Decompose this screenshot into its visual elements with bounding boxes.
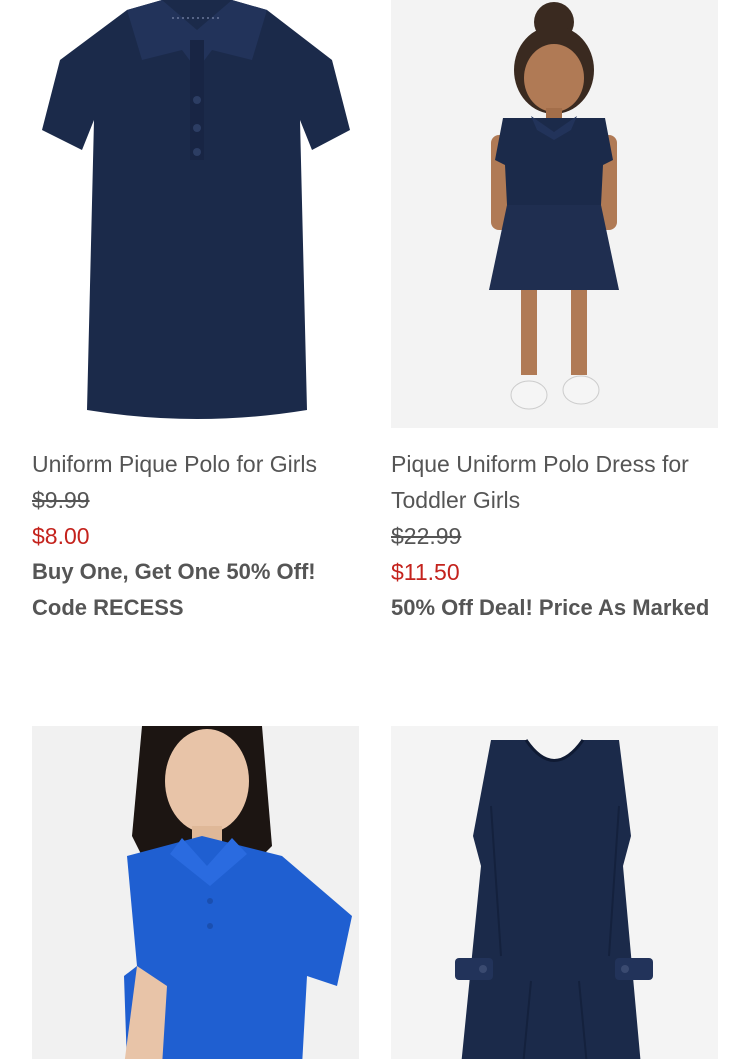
original-price: $22.99 bbox=[391, 523, 462, 549]
product-title[interactable]: Pique Uniform Polo Dress for Toddler Gir… bbox=[391, 446, 718, 518]
product-image-women-polo[interactable] bbox=[32, 726, 359, 1059]
promo-text: 50% Off Deal! Price As Marked bbox=[391, 595, 710, 620]
toddler-in-polo-dress-image bbox=[391, 0, 718, 428]
product-card-toddler-polo-dress[interactable]: Pique Uniform Polo Dress for Toddler Gir… bbox=[391, 0, 718, 626]
product-image-jumper-dress[interactable] bbox=[391, 726, 718, 1059]
navy-polo-shirt-image bbox=[32, 0, 359, 428]
product-grid: Uniform Pique Polo for Girls $9.99 $8.00… bbox=[0, 0, 750, 1059]
promo-text: Buy One, Get One 50% Off! Code RECESS bbox=[32, 559, 316, 620]
navy-jumper-dress-image bbox=[391, 726, 718, 1059]
product-card-girls-polo[interactable]: Uniform Pique Polo for Girls $9.99 $8.00… bbox=[32, 0, 359, 626]
woman-in-blue-polo-image bbox=[32, 726, 359, 1059]
product-card-women-polo[interactable] bbox=[32, 726, 359, 1059]
original-price: $9.99 bbox=[32, 487, 90, 513]
product-image-girls-polo[interactable] bbox=[32, 0, 359, 428]
product-image-toddler-polo-dress[interactable] bbox=[391, 0, 718, 428]
product-title[interactable]: Uniform Pique Polo for Girls bbox=[32, 446, 359, 482]
product-card-jumper-dress[interactable] bbox=[391, 726, 718, 1059]
sale-price: $11.50 bbox=[391, 559, 460, 585]
sale-price: $8.00 bbox=[32, 523, 90, 549]
